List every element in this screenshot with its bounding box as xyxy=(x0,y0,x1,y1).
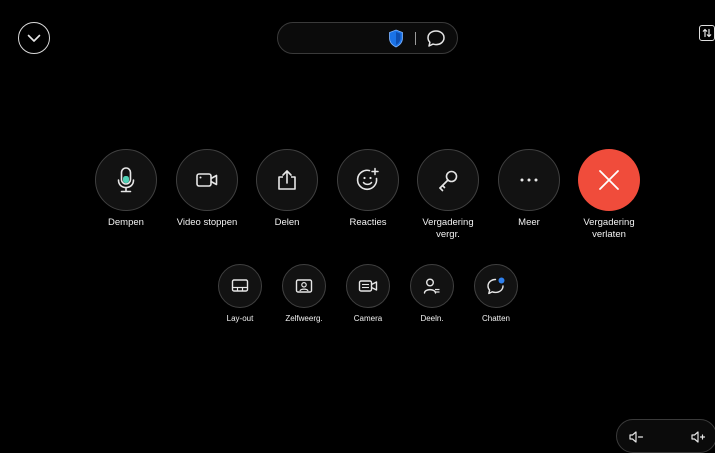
mute-button-circle[interactable] xyxy=(95,149,157,211)
meeting-screen: Dempen Video stoppen Delen Reacties Verg… xyxy=(0,0,719,456)
volume-up-button[interactable] xyxy=(689,428,707,446)
smiley-icon xyxy=(356,167,379,191)
stop-video-label: Video stoppen xyxy=(176,217,238,228)
close-icon xyxy=(599,170,619,190)
selfview-circle[interactable] xyxy=(282,264,326,308)
layout-label: Lay-out xyxy=(226,314,254,323)
lock-meeting-circle[interactable] xyxy=(417,149,479,211)
collapse-button[interactable] xyxy=(18,22,50,54)
key-icon xyxy=(439,170,458,192)
camera-circle[interactable] xyxy=(346,264,390,308)
microphone-icon xyxy=(117,167,135,193)
volume-down-icon xyxy=(629,431,644,443)
chat-circle[interactable] xyxy=(474,264,518,308)
camera-label: Camera xyxy=(353,314,383,323)
shield-icon xyxy=(389,29,403,48)
mute-label: Dempen xyxy=(108,217,144,228)
selfview-label: Zelfweerg. xyxy=(285,314,323,323)
screen-edge-right xyxy=(715,0,719,456)
reactions-label: Reacties xyxy=(349,217,387,228)
chat-label: Chatten xyxy=(481,314,511,323)
reactions-circle[interactable] xyxy=(337,149,399,211)
share-label: Delen xyxy=(274,217,300,228)
stop-video-circle[interactable] xyxy=(176,149,238,211)
more-circle[interactable] xyxy=(498,149,560,211)
participants-circle[interactable] xyxy=(410,264,454,308)
participants-icon xyxy=(423,278,440,294)
layout-icon xyxy=(231,279,249,292)
layout-circle[interactable] xyxy=(218,264,262,308)
divider xyxy=(415,32,416,45)
chat-button[interactable]: Chatten xyxy=(456,264,536,324)
selfview-icon xyxy=(295,279,313,293)
swap-arrows-icon xyxy=(702,28,712,38)
lock-meeting-label: Vergadering vergr. xyxy=(422,217,474,240)
share-icon xyxy=(278,170,296,190)
participants-label: Deeln. xyxy=(420,314,444,323)
more-label: Meer xyxy=(518,217,540,228)
camera-icon xyxy=(358,280,378,292)
meeting-status-pill[interactable] xyxy=(277,22,458,54)
chat-bubble-icon[interactable] xyxy=(426,29,446,48)
more-dots-icon xyxy=(520,178,538,182)
leave-meeting-label: Vergadering verlaten xyxy=(583,217,635,240)
sort-button[interactable] xyxy=(699,25,715,41)
leave-meeting-circle[interactable] xyxy=(578,149,640,211)
leave-meeting-button[interactable]: Vergadering verlaten xyxy=(559,149,659,241)
volume-up-icon xyxy=(691,431,706,443)
volume-down-button[interactable] xyxy=(627,428,645,446)
volume-control xyxy=(616,419,717,453)
chat-icon xyxy=(487,277,505,295)
chevron-down-icon xyxy=(27,34,41,42)
share-circle[interactable] xyxy=(256,149,318,211)
video-camera-icon xyxy=(196,173,218,187)
